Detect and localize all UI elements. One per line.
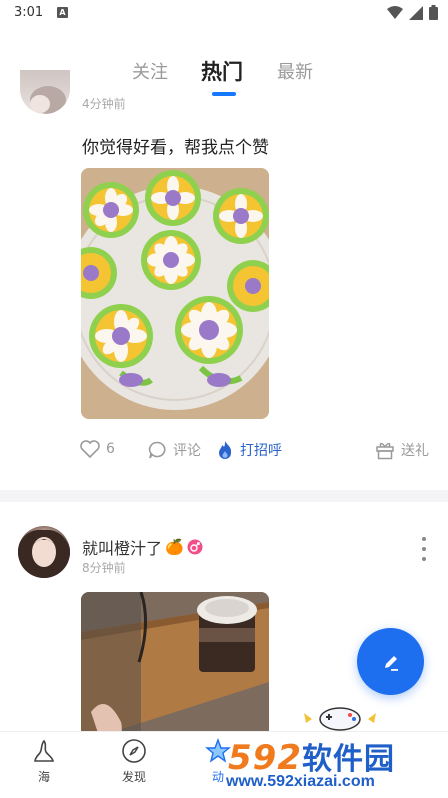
post1-text: 你觉得好看，帮我点个赞 (82, 138, 269, 158)
nav-sea[interactable]: 海 (14, 738, 74, 785)
compass-icon (122, 739, 146, 763)
active-tab-indicator (212, 92, 236, 96)
gift-label: 送礼 (401, 443, 429, 459)
post2-username[interactable]: 就叫橙汁了 🍊 (82, 535, 203, 559)
tab-hot[interactable]: 热门 (201, 56, 243, 86)
watermark: 592软件园 www.592xiazai.com (222, 730, 448, 798)
battery-icon (429, 5, 438, 20)
greet-label: 打招呼 (240, 443, 282, 459)
like-count: 6 (106, 441, 115, 457)
tab-following[interactable]: 关注 (132, 58, 168, 84)
post1-avatar[interactable] (20, 70, 70, 114)
nav-sea-label: 海 (37, 770, 50, 784)
sea-icon (34, 739, 55, 762)
status-time: 3:01 (14, 5, 44, 20)
nav-discover[interactable]: 发现 (104, 738, 164, 785)
gift-icon (376, 442, 394, 460)
more-options-icon[interactable] (420, 537, 428, 561)
status-icons (387, 5, 438, 20)
post-divider (0, 490, 448, 502)
post1-actions: 6 评论 打招呼 送礼 (0, 440, 448, 468)
comment-label: 评论 (173, 443, 201, 459)
pen-icon (384, 655, 398, 671)
post2-image[interactable] (81, 592, 269, 742)
post2-time: 8分钟前 (82, 561, 126, 575)
gender-badge-icon (187, 539, 203, 555)
watermark-logo: 592软件园 (228, 734, 395, 778)
greet-button[interactable]: 打招呼 (216, 440, 282, 460)
status-bar: 3:01 A (0, 0, 448, 26)
post1-time: 4分钟前 (82, 97, 126, 111)
notification-a-icon: A (57, 7, 68, 18)
compose-post-button[interactable] (357, 628, 424, 695)
tab-latest[interactable]: 最新 (277, 58, 313, 84)
orange-emoji-icon: 🍊 (165, 538, 184, 556)
gift-button[interactable]: 送礼 (375, 440, 429, 460)
wifi-icon (387, 6, 403, 19)
post2-username-text: 就叫橙汁了 (82, 539, 163, 558)
flame-icon (219, 441, 232, 459)
nav-discover-label: 发现 (121, 770, 146, 784)
comment-button[interactable]: 评论 (148, 440, 201, 460)
watermark-logo-number: 592 (228, 738, 302, 778)
heart-icon (80, 440, 100, 458)
watermark-logo-text: 软件园 (301, 742, 395, 777)
post1-image[interactable] (81, 168, 269, 419)
comment-icon (148, 441, 166, 459)
signal-icon (409, 5, 423, 20)
like-button[interactable]: 6 (80, 440, 115, 458)
watermark-url: www.592xiazai.com (226, 773, 375, 790)
post2-avatar[interactable] (18, 526, 70, 578)
